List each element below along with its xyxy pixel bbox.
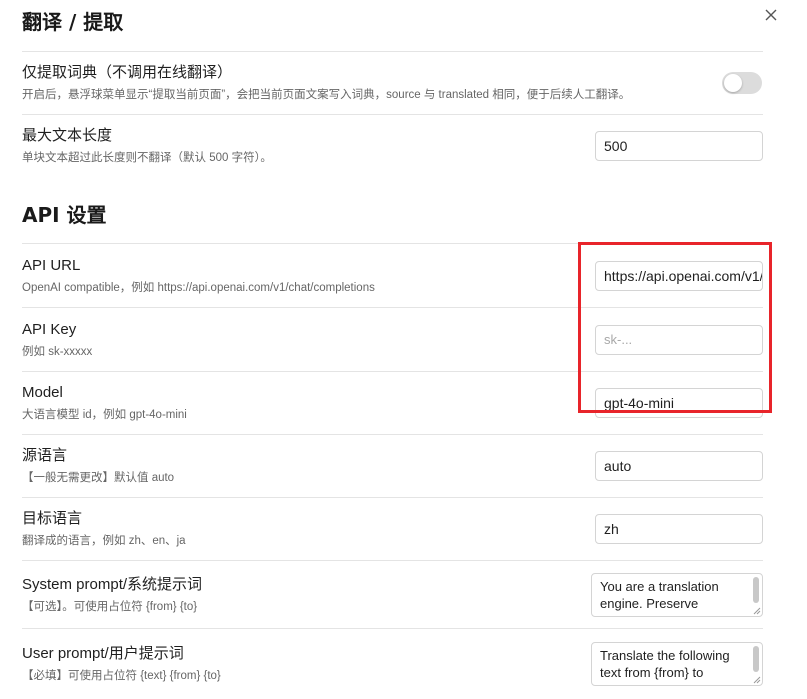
setting-row-target-lang: 目标语言 翻译成的语言，例如 zh、en、ja zh <box>22 497 763 560</box>
model-label: Model <box>22 384 63 401</box>
system-prompt-label: System prompt/系统提示词 <box>22 575 203 593</box>
setting-row-max-length: 最大文本长度 单块文本超过此长度则不翻译（默认 500 字符）。 500 <box>22 114 763 177</box>
api-url-label: API URL <box>22 256 81 274</box>
setting-row-user-prompt: User prompt/用户提示词 【必填】可使用占位符 {text} {fro… <box>22 628 763 699</box>
close-icon <box>765 9 777 21</box>
target-lang-desc: 翻译成的语言，例如 zh、en、ja <box>22 535 186 547</box>
system-prompt-desc: 【可选】。可使用占位符 {from} {to} <box>22 600 198 613</box>
system-prompt-textarea[interactable]: You are a translation engine. Preserve <box>591 572 763 617</box>
setting-row-dict-only: 仅提取词典（不调用在线翻译） 开启后，悬浮球菜单显示“提取当前页面”，会把当前页… <box>22 51 763 114</box>
user-prompt-desc: 【必填】可使用占位符 {text} {from} {to} <box>22 670 221 682</box>
section-title-translate: 翻译 / 提取 <box>22 10 124 34</box>
section-title-api: API 设置 <box>22 203 107 227</box>
max-length-label: 最大文本长度 <box>22 127 113 144</box>
max-length-desc: 单块文本超过此长度则不翻译（默认 500 字符）。 <box>22 152 272 164</box>
system-prompt-scrollbar[interactable] <box>753 576 759 603</box>
setting-row-system-prompt: System prompt/系统提示词 【可选】。可使用占位符 {from} {… <box>22 560 763 628</box>
target-lang-input[interactable]: zh <box>595 514 763 544</box>
setting-row-source-lang: 源语言 【一般无需更改】默认值 auto auto <box>22 434 763 497</box>
user-prompt-text: Translate the following text from {from}… <box>600 648 730 680</box>
system-prompt-text: You are a translation engine. Preserve <box>600 578 719 611</box>
dict-only-desc: 开启后，悬浮球菜单显示“提取当前页面”，会把当前页面文案写入词典，source … <box>22 89 631 101</box>
api-key-desc: 例如 sk-xxxxx <box>22 345 93 358</box>
api-key-input[interactable]: sk-... <box>595 324 763 355</box>
resize-grip-icon[interactable] <box>753 676 761 684</box>
model-desc: 大语言模型 id，例如 gpt-4o-mini <box>22 409 187 421</box>
setting-row-api-key: API Key 例如 sk-xxxxx sk-... <box>22 307 763 371</box>
source-lang-label: 源语言 <box>22 447 68 464</box>
close-button[interactable] <box>760 4 782 26</box>
model-input[interactable]: gpt-4o-mini <box>595 388 763 418</box>
resize-grip-icon[interactable] <box>753 607 761 615</box>
user-prompt-label: User prompt/用户提示词 <box>22 645 184 662</box>
setting-row-model: Model 大语言模型 id，例如 gpt-4o-mini gpt-4o-min… <box>22 371 763 434</box>
api-key-label: API Key <box>22 320 77 338</box>
setting-row-api-url: API URL OpenAI compatible，例如 https://api… <box>22 243 763 307</box>
source-lang-desc: 【一般无需更改】默认值 auto <box>22 472 175 484</box>
max-length-input[interactable]: 500 <box>595 131 763 161</box>
source-lang-input[interactable]: auto <box>595 451 763 481</box>
settings-panel: 翻译 / 提取 仅提取词典（不调用在线翻译） 开启后，悬浮球菜单显示“提取当前页… <box>22 0 763 699</box>
target-lang-label: 目标语言 <box>22 510 83 527</box>
api-url-desc: OpenAI compatible，例如 https://api.openai.… <box>22 281 375 294</box>
api-url-input[interactable]: https://api.openai.com/v1/chat/completio… <box>595 260 763 291</box>
user-prompt-textarea[interactable]: Translate the following text from {from}… <box>591 642 763 686</box>
toggle-knob <box>724 74 742 92</box>
dict-only-toggle[interactable] <box>722 72 762 94</box>
dict-only-label: 仅提取词典（不调用在线翻译） <box>22 64 233 81</box>
user-prompt-scrollbar[interactable] <box>753 646 759 672</box>
